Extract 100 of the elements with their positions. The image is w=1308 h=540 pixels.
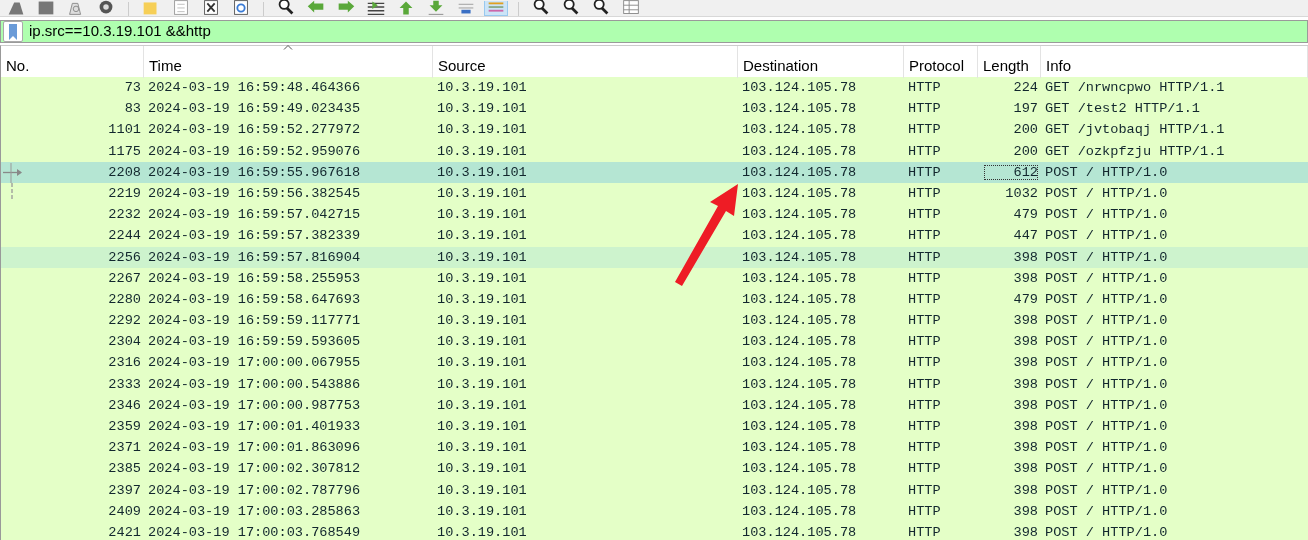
table-cell: 398	[1013, 503, 1038, 519]
table-cell: 398	[1013, 313, 1038, 329]
table-cell: 2292	[108, 313, 141, 329]
table-cell: 10.3.19.101	[437, 101, 527, 117]
table-cell: 2024-03-19 17:00:00.987753	[148, 397, 361, 413]
table-cell: POST / HTTP/1.0	[1045, 164, 1168, 180]
table-cell: 612	[983, 164, 1038, 180]
packet-row[interactable]: 2409 2024-03-19 17:00:03.285863 10.3.19.101 103.124.105.78 HTTP 398 POST / HTTP/1.0	[1, 500, 1308, 522]
packet-row[interactable]: 2219 2024-03-19 16:59:56.382545 10.3.19.101 103.124.105.78 HTTP 1032 POST / HTTP/1.0	[1, 182, 1308, 205]
table-cell: HTTP	[908, 355, 941, 371]
packet-row[interactable]: 2304 2024-03-19 16:59:59.593605 10.3.19.101 103.124.105.78 HTTP 398 POST / HTTP/1.0	[1, 331, 1308, 353]
table-cell: GET /jvtobaqj HTTP/1.1	[1045, 122, 1225, 138]
table-cell: 103.124.105.78	[742, 270, 857, 286]
table-cell: 10.3.19.101	[437, 164, 527, 180]
table-cell: 2359	[108, 419, 141, 434]
table-cell: 1101	[108, 122, 141, 138]
table-cell: HTTP	[908, 228, 941, 244]
table-cell: 10.3.19.101	[437, 270, 527, 286]
table-cell: 2371	[108, 440, 141, 456]
table-cell: POST / HTTP/1.0	[1045, 185, 1168, 201]
table-cell: HTTP	[908, 143, 941, 159]
packet-row[interactable]: 2292 2024-03-19 16:59:59.117771 10.3.19.101 103.124.105.78 HTTP 398 POST / HTTP/1.0	[1, 310, 1308, 332]
table-cell: GET /test2 HTTP/1.1	[1045, 101, 1200, 117]
packet-row[interactable]: 2333 2024-03-19 17:00:00.543886 10.3.19.101 103.124.105.78 HTTP 398 POST / HTTP/1.0	[1, 373, 1308, 395]
packet-row[interactable]: 2267 2024-03-19 16:59:58.255953 10.3.19.101 103.124.105.78 HTTP 398 POST / HTTP/1.0	[1, 267, 1308, 289]
table-cell: POST / HTTP/1.0	[1045, 440, 1168, 456]
table-cell: 2024-03-19 17:00:02.307812	[148, 461, 361, 477]
table-cell: 1175	[108, 143, 141, 159]
packet-row[interactable]: 2316 2024-03-19 17:00:00.067955 10.3.19.101 103.124.105.78 HTTP 398 POST / HTTP/1.0	[1, 352, 1308, 374]
table-cell: 103.124.105.78	[742, 207, 857, 223]
column-resize-icon	[620, 0, 642, 15]
table-cell: 103.124.105.78	[742, 143, 857, 159]
table-cell: HTTP	[908, 503, 941, 519]
packet-row[interactable]: 1175 2024-03-19 16:59:52.959076 10.3.19.101 103.124.105.78 HTTP 200 GET /ozkpfzju HTTP/1.1	[1, 140, 1308, 162]
table-cell: HTTP	[908, 419, 941, 434]
packet-row[interactable]: 2256 2024-03-19 16:59:57.816904 10.3.19.101 103.124.105.78 HTTP 398 POST / HTTP/1.0	[1, 246, 1308, 268]
packet-row[interactable]: 2280 2024-03-19 16:59:58.647693 10.3.19.101 103.124.105.78 HTTP 479 POST / HTTP/1.0	[1, 288, 1308, 311]
packet-row[interactable]: 2346 2024-03-19 17:00:00.987753 10.3.19.101 103.124.105.78 HTTP 398 POST / HTTP/1.0	[1, 394, 1308, 416]
table-cell: 398	[1013, 461, 1038, 477]
table-cell: 2232	[108, 207, 141, 223]
table-cell: 10.3.19.101	[437, 313, 527, 329]
table-cell: 103.124.105.78	[742, 228, 857, 244]
packet-row[interactable]: 2208 2024-03-19 16:59:55.967618 10.3.19.101 103.124.105.78 HTTP 612 POST / HTTP/1.0	[1, 161, 1308, 183]
table-cell: 10.3.19.101	[437, 185, 527, 201]
table-cell: 398	[1013, 524, 1038, 540]
table-cell: 2280	[108, 291, 141, 307]
table-cell: 10.3.19.101	[437, 397, 527, 413]
colorize-button[interactable]	[484, 1, 508, 16]
table-cell: HTTP	[908, 249, 941, 265]
packet-row[interactable]: 2397 2024-03-19 17:00:02.787796 10.3.19.101 103.124.105.78 HTTP 398 POST / HTTP/1.0	[1, 479, 1308, 501]
table-cell: POST / HTTP/1.0	[1045, 207, 1168, 223]
table-cell: 2024-03-19 16:59:49.023435	[148, 101, 361, 117]
table-cell: 103.124.105.78	[742, 249, 857, 265]
table-cell: 103.124.105.78	[742, 419, 857, 434]
table-cell: 10.3.19.101	[437, 228, 527, 244]
table-cell: 103.124.105.78	[742, 524, 857, 540]
table-cell: HTTP	[908, 101, 941, 117]
table-cell: POST / HTTP/1.0	[1045, 461, 1168, 477]
table-cell: 2024-03-19 17:00:03.768549	[148, 524, 361, 540]
packet-row[interactable]: 1101 2024-03-19 16:59:52.277972 10.3.19.101 103.124.105.78 HTTP 200 GET /jvtobaqj HTTP/1.1	[1, 119, 1308, 141]
table-cell: 398	[1013, 419, 1038, 434]
table-cell: POST / HTTP/1.0	[1045, 313, 1168, 329]
table-cell: POST / HTTP/1.0	[1045, 291, 1168, 307]
table-cell: 73	[124, 80, 141, 95]
table-cell: HTTP	[908, 334, 941, 350]
table-cell: HTTP	[908, 185, 941, 201]
table-cell: 10.3.19.101	[437, 376, 527, 392]
table-cell: 10.3.19.101	[437, 291, 527, 307]
table-cell: HTTP	[908, 122, 941, 138]
table-cell: 2024-03-19 16:59:59.117771	[148, 313, 361, 329]
table-cell: 2304	[108, 334, 141, 350]
packet-row[interactable]: 2359 2024-03-19 17:00:01.401933 10.3.19.101 103.124.105.78 HTTP 398 POST / HTTP/1.0	[1, 416, 1308, 438]
table-cell: 10.3.19.101	[437, 249, 527, 265]
table-cell: POST / HTTP/1.0	[1045, 397, 1168, 413]
table-cell: 103.124.105.78	[742, 503, 857, 519]
table-cell: 103.124.105.78	[742, 482, 857, 498]
table-cell: HTTP	[908, 376, 941, 392]
table-cell: 2024-03-19 16:59:55.967618	[148, 164, 361, 180]
table-cell: 398	[1013, 482, 1038, 498]
table-cell: 2024-03-19 16:59:57.042715	[148, 207, 361, 223]
table-cell: 2219	[108, 185, 141, 201]
table-cell: 2024-03-19 17:00:01.401933	[148, 419, 361, 434]
table-cell: GET /ozkpfzju HTTP/1.1	[1045, 143, 1225, 159]
table-cell: 2385	[108, 461, 141, 477]
table-cell: 2397	[108, 482, 141, 498]
packet-row[interactable]: 2244 2024-03-19 16:59:57.382339 10.3.19.101 103.124.105.78 HTTP 447 POST / HTTP/1.0	[1, 225, 1308, 247]
table-cell: 200	[1013, 122, 1038, 138]
table-cell: 398	[1013, 249, 1038, 265]
table-cell: 479	[1013, 207, 1038, 223]
packet-row[interactable]: 2232 2024-03-19 16:59:57.042715 10.3.19.101 103.124.105.78 HTTP 479 POST / HTTP/1.0	[1, 204, 1308, 226]
bookmark-button[interactable]	[3, 21, 23, 42]
table-cell: 2256	[108, 249, 141, 265]
table-cell: POST / HTTP/1.0	[1045, 503, 1168, 519]
packet-row[interactable]: 2371 2024-03-19 17:00:01.863096 10.3.19.101 103.124.105.78 HTTP 398 POST / HTTP/1.0	[1, 437, 1308, 459]
packet-row[interactable]: 83 2024-03-19 16:59:49.023435 10.3.19.101 103.124.105.78 HTTP 197 GET /test2 HTTP/1.1	[1, 98, 1308, 120]
table-cell: 10.3.19.101	[437, 524, 527, 540]
table-cell: 10.3.19.101	[437, 482, 527, 498]
table-cell: 10.3.19.101	[437, 80, 527, 95]
packet-row[interactable]: 2385 2024-03-19 17:00:02.307812 10.3.19.101 103.124.105.78 HTTP 398 POST / HTTP/1.0	[1, 458, 1308, 480]
packet-row[interactable]: 73 2024-03-19 16:59:48.464366 10.3.19.101 103.124.105.78 HTTP 224 GET /nrwncpwo HTTP/1.1	[1, 77, 1308, 99]
